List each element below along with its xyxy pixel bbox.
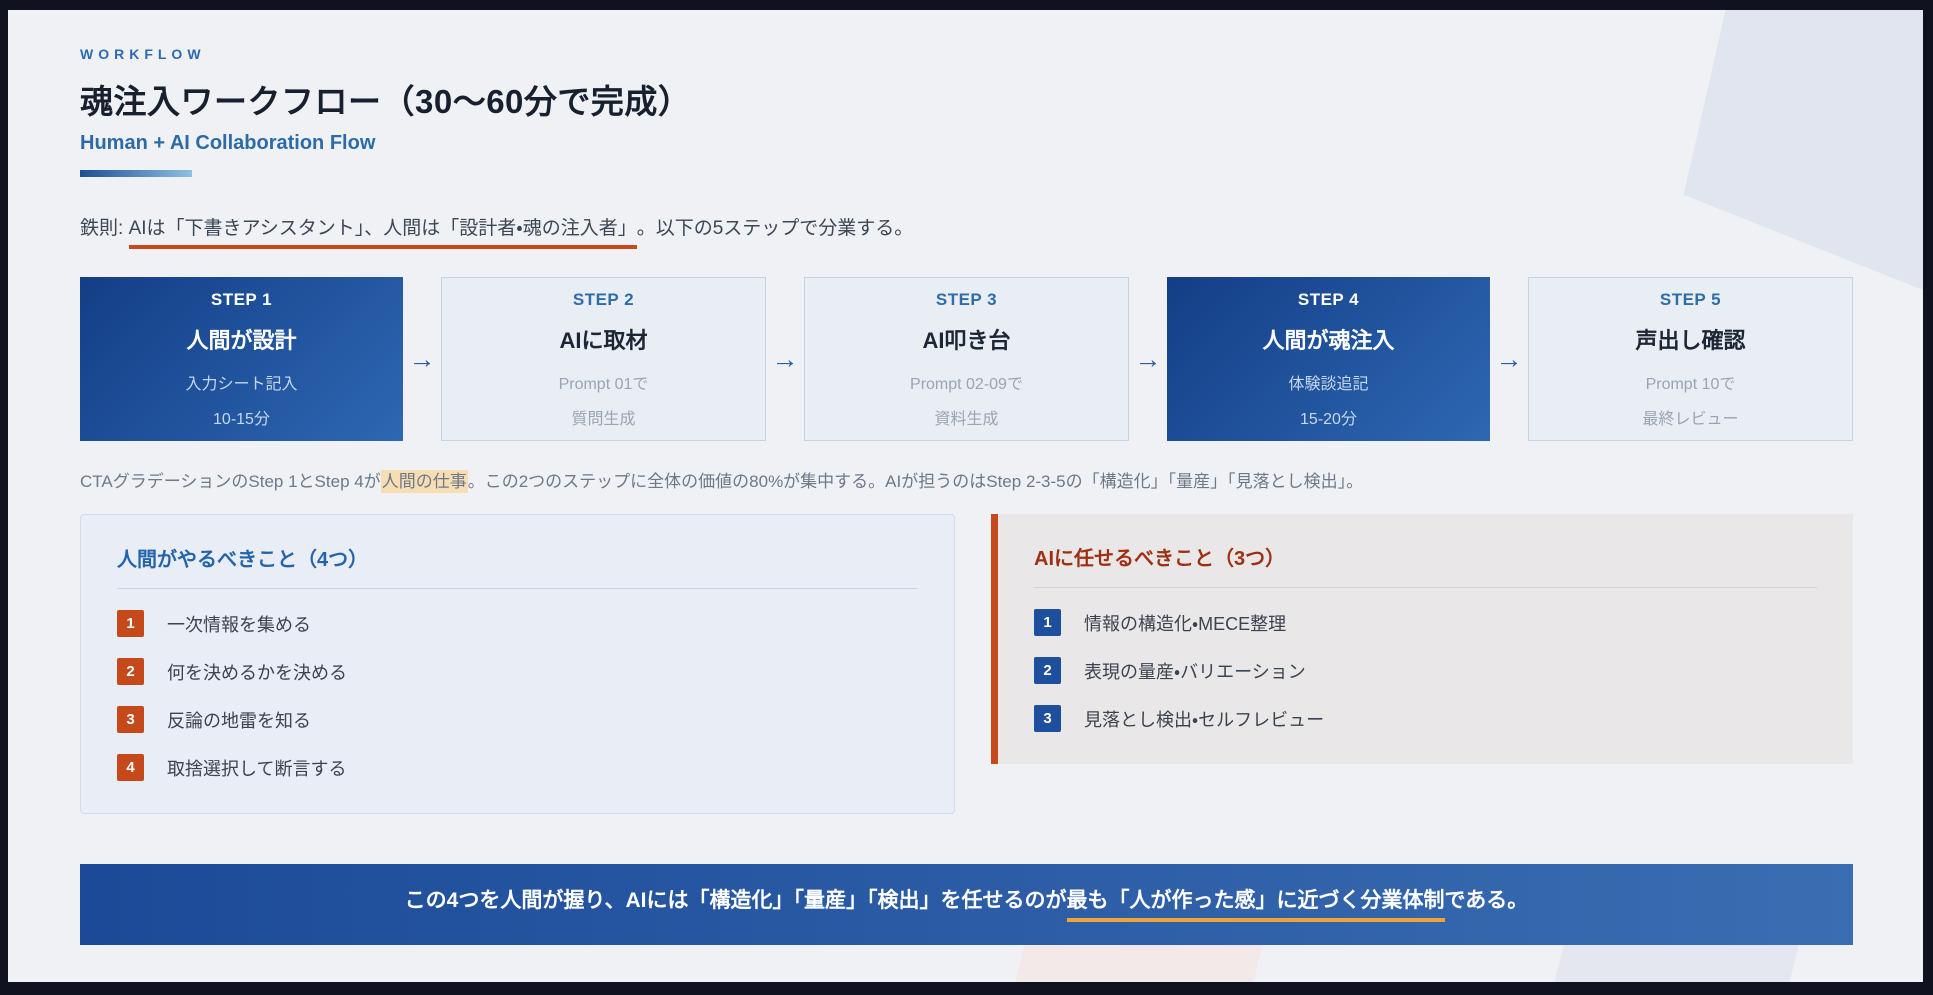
- list-item: 3 見落とし検出・セルフレビュー: [1034, 705, 1817, 732]
- step-sub: 15-20分: [1300, 410, 1357, 428]
- divider: [117, 588, 918, 589]
- number-badge: 1: [1034, 609, 1061, 636]
- accent-gradient-bar: [80, 170, 192, 177]
- step-label: STEP 2: [572, 289, 635, 309]
- principle-suffix: 。以下の5ステップで分業する。: [636, 218, 914, 239]
- number-badge: 3: [117, 706, 144, 733]
- eyebrow-label: WORKFLOW: [80, 46, 206, 62]
- slide-content: WORKFLOW 魂注入ワークフロー（30〜60分で完成） Human + AI…: [8, 10, 1923, 945]
- step-title: AI叩き台: [922, 327, 1011, 353]
- step-label: STEP 5: [1659, 289, 1722, 309]
- banner-suffix: である。: [1444, 889, 1529, 912]
- step-title: AIに取材: [559, 327, 648, 353]
- step-label: STEP 3: [935, 289, 998, 309]
- page-subtitle: Human + AI Collaboration Flow: [80, 132, 376, 154]
- list-item: 1 一次情報を集める: [117, 610, 918, 637]
- step-sub: 体験談追記: [1288, 375, 1369, 393]
- banner-pre: この4つを人間が握り、AIには「構造化」「量産」「検出」を任せるのが: [404, 889, 1067, 912]
- list-item-label: 情報の構造化・MECE整理: [1084, 613, 1287, 634]
- human-task-list: 1 一次情報を集める 2 何を決めるかを決める 3 反論の地雷を知る 4 取捨選…: [117, 610, 918, 781]
- panels-row: 人間がやるべきこと（4つ） 1 一次情報を集める 2 何を決めるかを決める 3 …: [80, 514, 1853, 814]
- flow-arrow-icon: →: [408, 343, 436, 374]
- caption-pre: CTAグラデーションのStep 1とStep 4が: [80, 472, 381, 491]
- ai-tasks-panel: AIに任せるべきこと（3つ） 1 情報の構造化・MECE整理 2 表現の量産・バ…: [991, 514, 1853, 764]
- number-badge: 2: [1034, 657, 1061, 684]
- list-item-label: 反論の地雷を知る: [167, 710, 311, 731]
- step-sub: 資料生成: [934, 410, 999, 428]
- ai-panel-title: AIに任せるべきこと（3つ）: [1034, 548, 1286, 570]
- step-sub: 最終レビュー: [1642, 410, 1739, 428]
- step-sub: Prompt 02-09で: [910, 375, 1023, 393]
- slide-canvas: WORKFLOW 魂注入ワークフロー（30〜60分で完成） Human + AI…: [8, 10, 1923, 982]
- step-card-2: STEP 2 AIに取材 Prompt 01で 質問生成: [441, 277, 766, 441]
- human-tasks-panel: 人間がやるべきこと（4つ） 1 一次情報を集める 2 何を決めるかを決める 3 …: [80, 514, 955, 814]
- flow-arrow-icon: →: [1134, 343, 1162, 374]
- list-item: 2 表現の量産・バリエーション: [1034, 657, 1817, 684]
- summary-banner: この4つを人間が握り、AIには「構造化」「量産」「検出」を任せるのが最も「人が作…: [80, 864, 1853, 945]
- step-title: 人間が設計: [186, 327, 297, 353]
- banner-underlined-text: 最も「人が作った感」に近づく分業体制: [1066, 884, 1445, 922]
- principle-prefix: 鉄則:: [80, 218, 129, 239]
- step-sub: Prompt 01で: [558, 375, 649, 393]
- caption-post: 。この2つのステップに全体の価値の80%が集中する。AIが担うのはStep 2-…: [467, 472, 1364, 491]
- flow-arrow-icon: →: [1495, 343, 1523, 374]
- list-item-label: 何を決めるかを決める: [167, 662, 347, 683]
- number-badge: 4: [117, 754, 144, 781]
- step-label: STEP 1: [210, 289, 273, 309]
- step-sub: Prompt 10で: [1645, 375, 1736, 393]
- caption-highlighted-text: 人間の仕事: [380, 470, 468, 493]
- step-card-5: STEP 5 声出し確認 Prompt 10で 最終レビュー: [1528, 277, 1853, 441]
- flow-arrow-icon: →: [771, 343, 799, 374]
- number-badge: 3: [1034, 705, 1061, 732]
- human-panel-title: 人間がやるべきこと（4つ）: [117, 549, 369, 571]
- list-item-label: 一次情報を集める: [167, 614, 311, 635]
- number-badge: 2: [117, 658, 144, 685]
- divider: [1034, 587, 1817, 588]
- step-sub: 質問生成: [571, 410, 636, 428]
- list-item-label: 表現の量産・バリエーション: [1084, 661, 1306, 682]
- step-title: 声出し確認: [1635, 327, 1746, 353]
- list-item: 1 情報の構造化・MECE整理: [1034, 609, 1817, 636]
- principle-line: 鉄則: AIは「下書きアシスタント」、人間は「設計者・魂の注入者」。以下の5ステ…: [80, 213, 1853, 249]
- list-item: 4 取捨選択して断言する: [117, 754, 918, 781]
- ai-task-list: 1 情報の構造化・MECE整理 2 表現の量産・バリエーション 3 見落とし検出…: [1034, 609, 1817, 732]
- step-sub: 10-15分: [213, 410, 270, 428]
- step-card-4: STEP 4 人間が魂注入 体験談追記 15-20分: [1167, 277, 1490, 441]
- list-item-label: 見落とし検出・セルフレビュー: [1084, 709, 1325, 730]
- principle-underlined-text: AIは「下書きアシスタント」、人間は「設計者・魂の注入者」: [128, 213, 637, 249]
- page-title: 魂注入ワークフロー（30〜60分で完成）: [80, 83, 692, 120]
- step-card-3: STEP 3 AI叩き台 Prompt 02-09で 資料生成: [804, 277, 1129, 441]
- workflow-steps-row: STEP 1 人間が設計 入力シート記入 10-15分 → STEP 2 AIに…: [80, 277, 1853, 441]
- steps-caption: CTAグラデーションのStep 1とStep 4が人間の仕事。この2つのステップ…: [80, 467, 1853, 493]
- list-item-label: 取捨選択して断言する: [167, 758, 347, 779]
- step-sub: 入力シート記入: [185, 375, 298, 393]
- list-item: 3 反論の地雷を知る: [117, 706, 918, 733]
- step-label: STEP 4: [1297, 289, 1360, 309]
- list-item: 2 何を決めるかを決める: [117, 658, 918, 685]
- step-title: 人間が魂注入: [1262, 327, 1395, 353]
- number-badge: 1: [117, 610, 144, 637]
- step-card-1: STEP 1 人間が設計 入力シート記入 10-15分: [80, 277, 403, 441]
